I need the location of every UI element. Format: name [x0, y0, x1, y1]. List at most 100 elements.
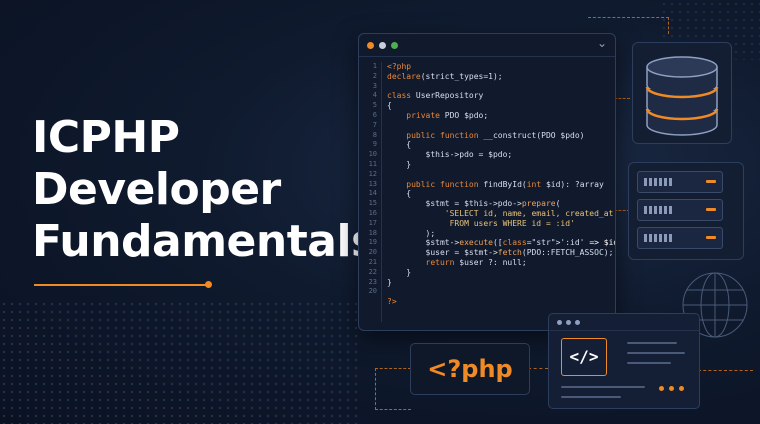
code-text: $this->pdo = $pdo; — [387, 150, 513, 160]
code-text: } — [387, 277, 392, 287]
code-line: 13 public function findById(int $id): ?a… — [359, 180, 615, 190]
card-dot — [566, 320, 571, 325]
code-text: } — [387, 267, 412, 277]
text-line — [561, 386, 645, 388]
database-panel — [632, 42, 732, 144]
line-number: 13 — [368, 179, 377, 188]
connector-line — [614, 98, 630, 99]
title-line-2: Developer — [32, 164, 281, 215]
code-line: ?> — [359, 297, 615, 307]
line-number: 15 — [368, 199, 377, 208]
line-number: 6 — [372, 110, 377, 119]
code-text: class UserRepository — [387, 91, 484, 101]
code-text: $stmt = $this->pdo->prepare( — [387, 199, 561, 209]
line-number: 18 — [368, 228, 377, 237]
code-line: 5{ — [359, 101, 615, 111]
code-line: 20 — [359, 287, 615, 297]
card-divider — [549, 330, 699, 331]
line-number: 2 — [372, 71, 377, 80]
line-number: 3 — [372, 81, 377, 90]
code-line: 2 declare(strict_types=1); — [359, 72, 615, 82]
code-text: } — [387, 159, 412, 169]
code-text: { — [387, 101, 392, 111]
text-line — [627, 342, 677, 344]
line-number: 12 — [368, 169, 377, 178]
code-line: 23} — [359, 278, 615, 288]
code-line: 16 'SELECT id, name, email, created_at — [359, 209, 615, 219]
code-content[interactable]: 1 <?php 2 declare(strict_types=1); 3 4 class U… — [359, 62, 615, 307]
text-line — [627, 362, 671, 364]
code-text: private PDO $pdo; — [406, 110, 489, 120]
server-status-led — [706, 180, 716, 183]
code-line: 21 return $user ?: null; — [359, 258, 615, 268]
code-brackets-icon: </> — [561, 338, 607, 376]
card-accent-dot — [659, 386, 664, 391]
server-status-led — [706, 208, 716, 211]
dot-pattern — [0, 300, 360, 424]
editor-titlebar: ⌄ — [359, 34, 615, 57]
card-accent-dot — [679, 386, 684, 391]
line-number: 4 — [372, 91, 377, 100]
window-close-dot[interactable] — [367, 42, 374, 49]
line-number: 1 — [372, 62, 377, 70]
window-minimize-dot[interactable] — [379, 42, 386, 49]
server-vent-icon — [644, 234, 674, 242]
window-maximize-dot[interactable] — [391, 42, 398, 49]
code-line: 1 <?php — [359, 62, 615, 72]
code-line: 17 FROM users WHERE id = :id' — [359, 219, 615, 229]
code-line: 9 { — [359, 140, 615, 150]
code-text: ); — [387, 228, 436, 238]
server-vent-icon — [644, 178, 674, 186]
server-unit — [637, 171, 723, 193]
line-number: 19 — [368, 238, 377, 247]
code-text: $stmt->execute([class="str">':id' => $id… — [387, 238, 615, 248]
title-line-3: Fundamentals — [32, 216, 377, 267]
connector-line — [588, 17, 669, 34]
code-editor-window: ⌄ 1 <?php 2 declare(strict_types=1); 3 4 class… — [358, 33, 616, 331]
php-tag-badge: <?php — [410, 343, 530, 395]
line-number: 11 — [368, 159, 377, 168]
card-dot — [575, 320, 580, 325]
code-text: $user = $stmt->fetch(PDO::FETCH_ASSOC); — [387, 248, 614, 258]
line-number: 9 — [372, 140, 377, 149]
code-text: return $user ?: null; — [425, 257, 527, 267]
connector-line — [528, 368, 548, 369]
server-status-led — [706, 236, 716, 239]
text-line — [561, 396, 621, 398]
code-text: <?php — [387, 62, 412, 71]
code-line: 22 } — [359, 268, 615, 278]
code-line: 6 private PDO $pdo; — [359, 111, 615, 121]
line-number: 23 — [368, 277, 377, 286]
server-unit — [637, 227, 723, 249]
line-number: 7 — [372, 120, 377, 129]
code-text: public function findById(int $id): ?arra… — [406, 179, 604, 189]
code-line: 20 $user = $stmt->fetch(PDO::FETCH_ASSOC… — [359, 248, 615, 258]
connector-line — [375, 368, 411, 410]
code-line: 11 } — [359, 160, 615, 170]
code-line: 12 — [359, 170, 615, 180]
code-line: 7 — [359, 121, 615, 131]
server-unit — [637, 199, 723, 221]
code-card: </> — [548, 313, 700, 409]
code-line: 8 public function __construct(PDO $pdo) — [359, 131, 615, 141]
code-text: { — [387, 140, 412, 150]
text-line — [627, 352, 685, 354]
code-line: 15 $stmt = $this->pdo->prepare( — [359, 199, 615, 209]
code-line: 4 class UserRepository — [359, 91, 615, 101]
card-accent-dot — [669, 386, 674, 391]
line-number: 14 — [368, 189, 377, 198]
code-text: 'SELECT id, name, email, created_at — [387, 208, 614, 218]
line-number: 20 — [368, 248, 377, 257]
code-line: 19 $stmt->execute([class="str">':id' => … — [359, 238, 615, 248]
code-text: declare(strict_types=1); — [387, 71, 503, 81]
line-number: 8 — [372, 130, 377, 139]
code-line: 10 $this->pdo = $pdo; — [359, 150, 615, 160]
chevron-down-icon[interactable]: ⌄ — [597, 36, 607, 50]
code-text: ?> — [387, 297, 397, 307]
code-text: { — [387, 189, 412, 199]
line-number: 16 — [368, 208, 377, 217]
title-underline — [34, 284, 208, 286]
server-rack-panel — [628, 162, 744, 260]
line-number: 20 — [368, 287, 377, 296]
code-line: 3 — [359, 82, 615, 92]
